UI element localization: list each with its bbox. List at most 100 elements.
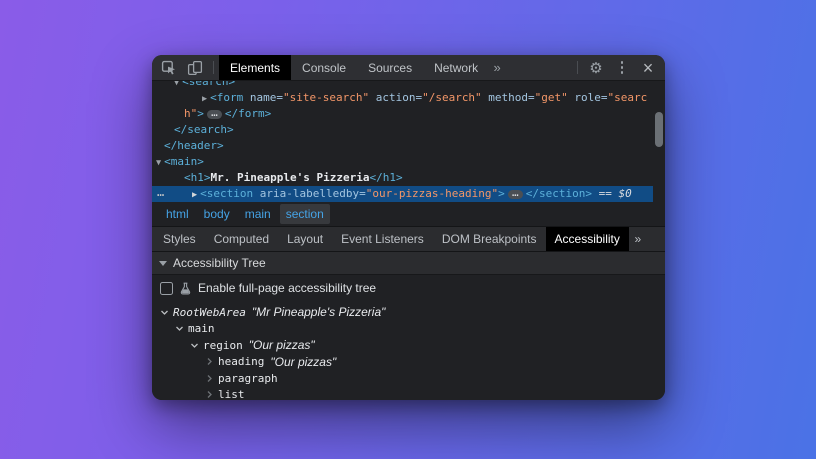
code-token: > [197,107,204,120]
chevron-right-icon[interactable] [203,390,216,399]
accessibility-tree: RootWebArea "Mr Pineapple's Pizzeria" main… [152,301,665,400]
disclosure-triangle-icon[interactable]: ▶ [192,190,197,200]
scrollbar-thumb[interactable] [655,112,663,147]
dom-node[interactable]: h">…</form> [152,106,653,122]
selected-dom-node[interactable]: … ▶<section aria-labelledby="our-pizzas-h… [152,186,653,202]
a11y-node-paragraph[interactable]: paragraph [152,370,665,387]
sidebar-tab-strip: StylesComputedLayoutEvent ListenersDOM B… [152,227,665,252]
tab-sources[interactable]: Sources [357,55,423,80]
code-token: <search> [182,81,235,88]
tab-console[interactable]: Console [291,55,357,80]
dom-node[interactable]: ▶<form name="site-search" action="/searc… [152,90,653,106]
tab-styles[interactable]: Styles [154,227,205,251]
breadcrumb-main[interactable]: main [239,204,277,224]
code-token: </search> [174,123,234,136]
code-token: </section> [526,187,592,200]
chevron-down-icon[interactable] [188,341,201,350]
a11y-name: "Our pizzas" [270,355,336,369]
breadcrumb-section[interactable]: section [280,204,330,224]
tab-accessibility[interactable]: Accessibility [546,227,629,251]
code-token: Mr. Pineapple's Pizzeria [211,171,370,184]
checkbox-label: Enable full-page accessibility tree [198,281,376,295]
tab-elements[interactable]: Elements [219,55,291,80]
a11y-node-rootwebarea[interactable]: RootWebArea "Mr Pineapple's Pizzeria" [152,304,665,321]
a11y-name: "Mr Pineapple's Pizzeria" [252,305,386,319]
accessibility-tree-section-header[interactable]: Accessibility Tree [152,252,665,275]
section-collapse-triangle-icon [159,261,167,266]
dom-node[interactable]: </header> [152,138,653,154]
elements-dom-tree: ▼<search>▶<form name="site-search" actio… [152,81,665,202]
tab-computed[interactable]: Computed [205,227,278,251]
code-token: </h1> [369,171,402,184]
code-token: method= [482,91,535,104]
expand-children-button[interactable]: … [508,190,523,199]
breadcrumb-html[interactable]: html [160,204,195,224]
code-token: > [498,187,505,200]
section-title: Accessibility Tree [173,256,266,270]
code-token: "searc [608,91,648,104]
code-token: name= [243,91,283,104]
a11y-node-heading[interactable]: heading "Our pizzas" [152,354,665,371]
full-page-a11y-row: Enable full-page accessibility tree [152,275,665,301]
dom-node[interactable]: <h1>Mr. Pineapple's Pizzeria</h1> [152,170,653,186]
dom-tree-lines: ▼<search>▶<form name="site-search" actio… [152,81,653,202]
tab-event-listeners[interactable]: Event Listeners [332,227,433,251]
a11y-role: list [218,388,245,400]
a11y-node-list[interactable]: list [152,387,665,401]
code-token: <main> [164,155,204,168]
code-token: </header> [164,139,224,152]
close-icon[interactable]: × [635,55,661,80]
toolbar-divider [577,61,578,74]
breadcrumb-body[interactable]: body [198,204,236,224]
code-token: <h1> [184,171,211,184]
code-token: "get" [535,91,568,104]
device-toolbar-icon[interactable] [182,55,208,80]
disclosure-triangle-icon[interactable]: ▼ [156,158,161,168]
dom-node[interactable]: </search> [152,122,653,138]
chevron-right-icon[interactable] [203,374,216,383]
a11y-role: main [188,322,215,335]
devtools-toolbar: ElementsConsoleSourcesNetwork» ⚙ × [152,55,665,81]
disclosure-triangle-icon[interactable]: ▶ [202,94,207,104]
chevron-down-icon[interactable] [158,308,171,317]
code-token: </form> [225,107,271,120]
a11y-role: region [203,339,243,352]
code-token: "site-search" [283,91,369,104]
toolbar-divider [213,61,214,74]
code-token: aria-labelledby= [253,187,366,200]
a11y-role: RootWebArea [173,306,246,319]
dom-node[interactable]: ▼<main> [152,154,653,170]
inspect-icon[interactable] [156,55,182,80]
more-tabs-button[interactable]: » [489,55,505,80]
breadcrumb: htmlbodymainsection [152,202,665,227]
experiment-flask-icon [179,282,192,295]
chevron-right-icon[interactable] [203,357,216,366]
code-token: role= [568,91,608,104]
settings-gear-icon[interactable]: ⚙ [583,55,609,80]
more-options-icon[interactable] [609,55,635,80]
code-token: action= [369,91,422,104]
enable-full-page-a11y-checkbox[interactable] [160,282,173,295]
more-sidebar-tabs-button[interactable]: » [629,227,647,251]
tab-network[interactable]: Network [423,55,489,80]
a11y-role: paragraph [218,372,278,385]
node-overflow-dots[interactable]: … [157,186,165,199]
panel-tab-strip: ElementsConsoleSourcesNetwork» [219,55,505,80]
a11y-node-main[interactable]: main [152,321,665,338]
chevron-down-icon[interactable] [173,324,186,333]
expand-children-button[interactable]: … [207,110,222,119]
devtools-window: ElementsConsoleSourcesNetwork» ⚙ × ▼<sea… [152,55,665,400]
code-token: "our-pizzas-heading" [366,187,498,200]
code-token: <form [210,91,243,104]
a11y-name: "Our pizzas" [249,338,315,352]
a11y-role: heading [218,355,264,368]
code-token: == $0 [592,187,632,200]
tab-layout[interactable]: Layout [278,227,332,251]
disclosure-triangle-icon[interactable]: ▼ [174,81,179,88]
dom-node[interactable]: ▼<search> [152,81,653,90]
a11y-node-region[interactable]: region "Our pizzas" [152,337,665,354]
code-token: <section [200,187,253,200]
tab-dom-breakpoints[interactable]: DOM Breakpoints [433,227,546,251]
code-token: "/search" [422,91,482,104]
toolbar-right-controls: ⚙ × [572,55,665,80]
